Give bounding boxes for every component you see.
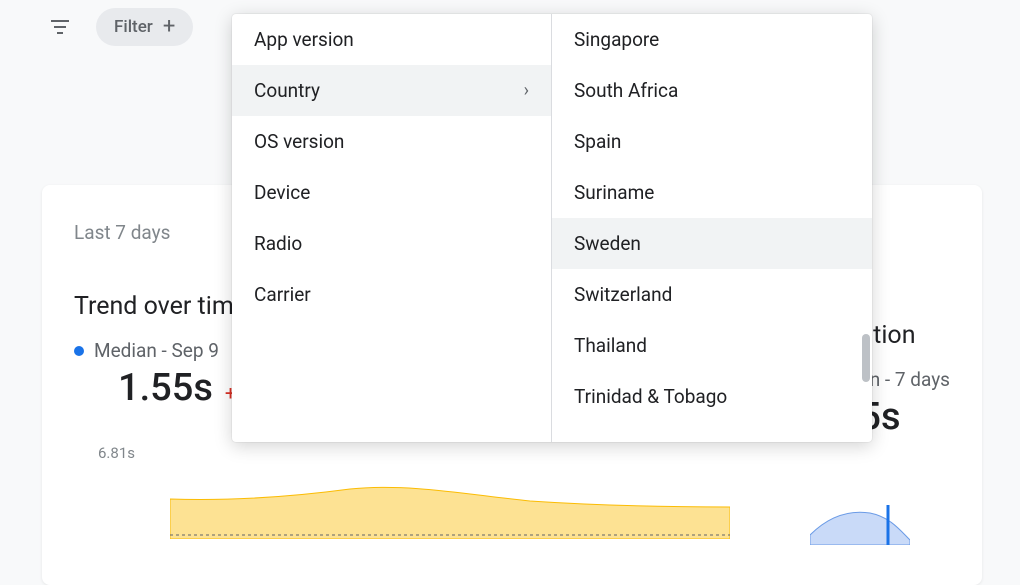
- add-filter-chip[interactable]: Filter +: [96, 8, 193, 46]
- filter-category-label: App version: [254, 28, 354, 51]
- chart-y-axis-label: 6.81s: [74, 444, 950, 462]
- filter-country-label: Thailand: [574, 334, 647, 357]
- filter-country-label: Singapore: [574, 28, 659, 51]
- filter-category-list: App version Country › OS version Device Radio…: [232, 14, 552, 442]
- filter-category-item[interactable]: OS version: [232, 116, 551, 167]
- filter-country-item[interactable]: Singapore: [552, 14, 872, 65]
- filter-category-item[interactable]: App version: [232, 14, 551, 65]
- filter-country-label: Sweden: [574, 232, 641, 255]
- metric-value: 1.55s: [118, 366, 213, 410]
- filter-country-item[interactable]: Switzerland: [552, 269, 872, 320]
- filter-dropdown-panel: App version Country › OS version Device Radio…: [232, 14, 872, 442]
- filter-chip-label: Filter: [114, 17, 153, 37]
- filter-country-item[interactable]: South Africa: [552, 65, 872, 116]
- filter-country-item[interactable]: Sweden: [552, 218, 872, 269]
- filter-category-label: Radio: [254, 232, 302, 255]
- distribution-title: ution: [859, 321, 950, 350]
- filter-country-list: Singapore South Africa Spain Suriname Sweden…: [552, 14, 872, 442]
- filter-icon[interactable]: [48, 15, 72, 39]
- filter-country-label: South Africa: [574, 79, 678, 102]
- filter-country-label: Spain: [574, 130, 621, 153]
- filter-category-item[interactable]: Country ›: [232, 65, 551, 116]
- filter-country-item[interactable]: Trinidad & Tobago: [552, 371, 872, 422]
- filter-country-label: Trinidad & Tobago: [574, 385, 727, 408]
- filter-category-item[interactable]: Device: [232, 167, 551, 218]
- series-dot-icon: [74, 346, 84, 356]
- chevron-right-icon: ›: [524, 80, 529, 101]
- filter-country-label: Suriname: [574, 181, 654, 204]
- filter-country-item[interactable]: Thailand: [552, 320, 872, 371]
- filter-category-item[interactable]: Radio: [232, 218, 551, 269]
- metric-label: Median - Sep 9: [94, 339, 219, 362]
- filter-category-label: Carrier: [254, 283, 311, 306]
- filter-category-label: OS version: [254, 130, 344, 153]
- trend-area-chart: [170, 479, 730, 539]
- filter-country-label: Switzerland: [574, 283, 672, 306]
- plus-icon: +: [163, 16, 175, 38]
- distribution-chart-fragment: [810, 505, 910, 545]
- scrollbar-thumb[interactable]: [862, 334, 870, 382]
- filter-category-label: Device: [254, 181, 310, 204]
- distribution-section: ution an - 7 days 5s: [859, 321, 950, 439]
- filter-category-item[interactable]: Carrier: [232, 269, 551, 320]
- filter-category-label: Country: [254, 79, 320, 102]
- distribution-label: an - 7 days: [859, 368, 950, 391]
- distribution-value: 5s: [859, 395, 950, 439]
- filter-country-item[interactable]: Spain: [552, 116, 872, 167]
- filter-country-item[interactable]: Suriname: [552, 167, 872, 218]
